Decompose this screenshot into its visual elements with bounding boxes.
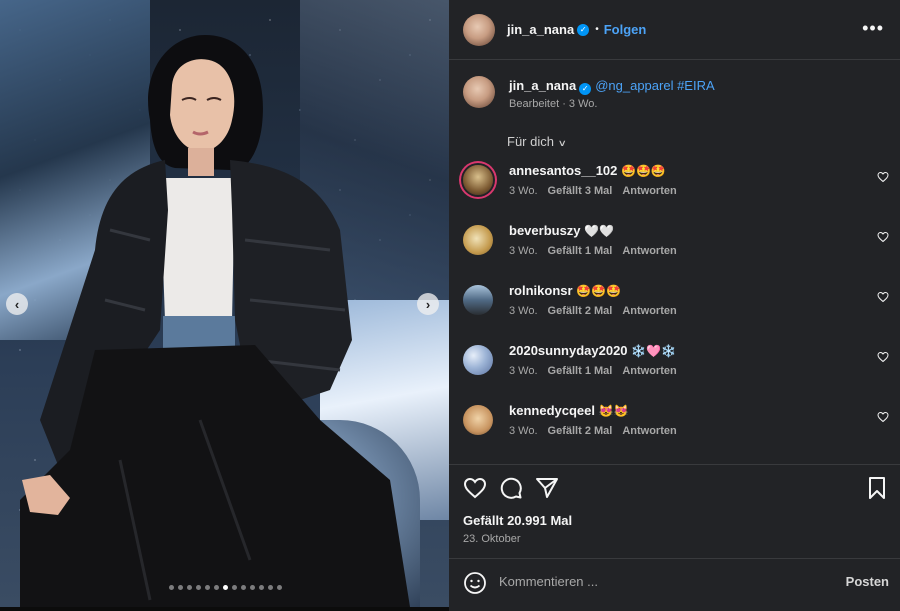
comment-item: annesantos__102 🤩🤩🤩 3 Wo. Gefällt 3 Mal An…: [463, 161, 889, 211]
comment-username[interactable]: 2020sunnyday2020: [509, 343, 628, 358]
comment-time: 3 Wo.: [509, 305, 538, 317]
post-side-panel: jin_a_nana ✓ • Folgen ••• jin_a_nana ✓ @ng…: [449, 0, 900, 611]
post-header: jin_a_nana ✓ • Folgen •••: [449, 0, 900, 60]
heart-icon[interactable]: [877, 291, 889, 303]
comment-username[interactable]: annesantos__102: [509, 163, 617, 178]
comment-composer: Kommentieren ... Posten: [463, 570, 889, 596]
comment-username[interactable]: beverbuszy: [509, 223, 581, 238]
author-username[interactable]: jin_a_nana: [507, 22, 574, 37]
post-caption: jin_a_nana ✓ @ng_apparel #EIRA Bearbeitet …: [463, 76, 883, 110]
comment-sort-label: Für dich: [507, 134, 554, 149]
like-count[interactable]: Gefällt 20.991 Mal: [463, 513, 572, 528]
post-date: 23. Oktober: [463, 533, 521, 545]
carousel-dot: [213, 585, 219, 590]
comment-time: 3 Wo.: [509, 365, 538, 377]
comment-text: ❄️🩷❄️: [631, 344, 676, 358]
avatar[interactable]: [463, 225, 493, 255]
caption-meta: Bearbeitet · 3 Wo.: [509, 98, 598, 110]
carousel-dot: [249, 585, 255, 590]
more-options-icon[interactable]: •••: [862, 18, 884, 39]
divider: [449, 558, 900, 559]
avatar[interactable]: [463, 13, 495, 46]
comment-likes[interactable]: Gefällt 1 Mal: [548, 245, 613, 257]
reply-button[interactable]: Antworten: [622, 305, 676, 317]
emoji-icon[interactable]: [463, 571, 487, 595]
next-image-button[interactable]: ›: [417, 293, 439, 315]
share-icon[interactable]: [535, 476, 559, 500]
reply-button[interactable]: Antworten: [622, 185, 676, 197]
caption-username[interactable]: jin_a_nana: [509, 78, 576, 93]
divider: [449, 464, 900, 465]
post-comment-button[interactable]: Posten: [846, 574, 889, 589]
reply-button[interactable]: Antworten: [622, 245, 676, 257]
comment-item: kennedycqeel 😻😻 3 Wo. Gefällt 2 Mal Antwor…: [463, 401, 889, 451]
comment-text: 🤩🤩🤩: [621, 164, 666, 178]
reply-button[interactable]: Antworten: [622, 365, 676, 377]
comment-likes[interactable]: Gefällt 1 Mal: [548, 365, 613, 377]
reply-button[interactable]: Antworten: [622, 425, 676, 437]
comment-likes[interactable]: Gefällt 2 Mal: [548, 305, 613, 317]
avatar[interactable]: [463, 405, 493, 435]
avatar[interactable]: [463, 285, 493, 315]
heart-icon[interactable]: [877, 351, 889, 363]
follow-button[interactable]: Folgen: [604, 22, 647, 37]
carousel-dot: [276, 585, 282, 590]
heart-icon[interactable]: [877, 231, 889, 243]
carousel-indicator: [130, 585, 320, 593]
heart-icon[interactable]: [877, 411, 889, 423]
comment-text: 😻😻: [598, 404, 629, 418]
heart-icon[interactable]: [463, 476, 487, 500]
carousel-dot: [231, 585, 237, 590]
avatar[interactable]: [463, 345, 493, 375]
comment-icon[interactable]: [499, 476, 523, 500]
caption-text[interactable]: @ng_apparel #EIRA: [595, 78, 714, 93]
comment-time: 3 Wo.: [509, 425, 538, 437]
carousel-dot: [204, 585, 210, 590]
comment-text: 🤍🤍: [584, 224, 615, 238]
avatar[interactable]: [463, 76, 495, 108]
post-actions: [463, 476, 889, 502]
comment-likes[interactable]: Gefällt 3 Mal: [548, 185, 613, 197]
comment-item: rolnikonsr 🤩🤩🤩 3 Wo. Gefällt 2 Mal Antwort…: [463, 281, 889, 331]
previous-image-button[interactable]: ‹: [6, 293, 28, 315]
carousel-dot: [222, 585, 228, 590]
comment-likes[interactable]: Gefällt 2 Mal: [548, 425, 613, 437]
carousel-dot: [267, 585, 273, 590]
comment-sort-dropdown[interactable]: Für dich ∨: [507, 134, 567, 149]
chevron-right-icon: ›: [425, 296, 431, 312]
comment-time: 3 Wo.: [509, 185, 538, 197]
comment-input[interactable]: Kommentieren ...: [499, 574, 598, 589]
chevron-down-icon: ∨: [557, 138, 567, 148]
verified-badge-icon: ✓: [579, 83, 592, 95]
carousel-dot: [258, 585, 264, 590]
avatar[interactable]: [463, 165, 493, 195]
bookmark-icon[interactable]: [865, 476, 889, 500]
carousel-dot: [186, 585, 192, 590]
comment-text: 🤩🤩🤩: [576, 284, 622, 298]
chevron-left-icon: ‹: [14, 296, 20, 312]
post-image[interactable]: ‹ ›: [0, 0, 449, 607]
comment-time: 3 Wo.: [509, 245, 538, 257]
verified-badge-icon: ✓: [577, 23, 590, 36]
comment-item: 2020sunnyday2020 ❄️🩷❄️ 3 Wo. Gefällt 1 Ma…: [463, 341, 889, 391]
model-figure: [20, 35, 410, 607]
comment-item: beverbuszy 🤍🤍 3 Wo. Gefällt 1 Mal Antworte…: [463, 221, 889, 271]
separator-dot: •: [595, 24, 599, 35]
comment-username[interactable]: kennedycqeel: [509, 403, 595, 418]
heart-icon[interactable]: [877, 171, 889, 183]
carousel-dot: [177, 585, 183, 590]
carousel-dot: [240, 585, 246, 590]
carousel-dot: [195, 585, 201, 590]
carousel-dot: [168, 585, 174, 590]
comment-username[interactable]: rolnikonsr: [509, 283, 573, 298]
